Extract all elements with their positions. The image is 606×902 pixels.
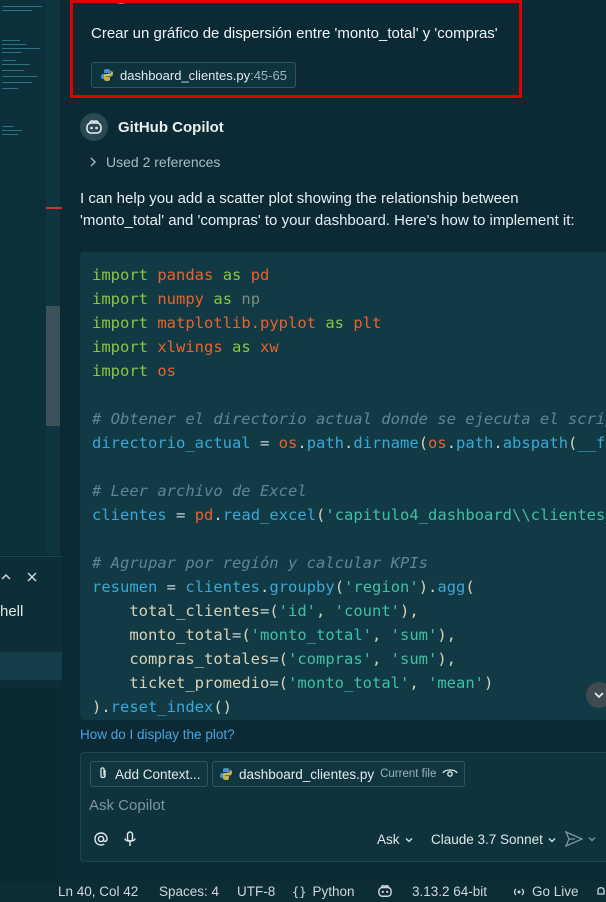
attached-file-chip[interactable]: dashboard_clientes.py:45-65 — [91, 62, 296, 88]
ask-copilot-placeholder[interactable]: Ask Copilot — [89, 797, 165, 814]
mode-value: Ask — [377, 832, 400, 847]
code-line: # Leer archivo de Excel — [92, 482, 307, 500]
code-line: directorio_actual = os.path.dirname(os.p… — [92, 434, 606, 452]
code-line: # Agrupar por región y calcular KPIs — [92, 554, 428, 572]
broadcast-icon — [513, 888, 525, 895]
chevron-up-icon[interactable] — [0, 570, 12, 588]
terminal-tab-label[interactable]: hell — [0, 603, 23, 620]
code-line: clientes = pd.read_excel('capitulo4_dash… — [92, 506, 606, 524]
microphone-icon[interactable] — [123, 831, 137, 852]
code-block[interactable]: import pandas as pd import numpy as np i… — [80, 252, 606, 720]
language-mode[interactable]: {} Python — [292, 884, 354, 899]
close-panel-icon[interactable] — [26, 570, 38, 588]
eye-icon[interactable] — [442, 767, 458, 782]
python-file-icon — [219, 767, 233, 781]
current-file-tag: Current file — [380, 768, 437, 780]
copilot-name: GitHub Copilot — [118, 118, 224, 136]
current-file-chip[interactable]: dashboard_clientes.py Current file — [212, 761, 466, 787]
chevron-down-icon — [548, 837, 556, 842]
send-icon — [565, 831, 583, 847]
model-value: Claude 3.7 Sonnet — [431, 832, 543, 847]
user-message-text: Crear un gráfico de dispersión entre 'mo… — [91, 25, 498, 42]
go-live-label: Go Live — [532, 884, 579, 899]
braces-icon: {} — [292, 884, 307, 899]
editor-left-strip — [0, 0, 62, 882]
code-line: import os — [92, 362, 177, 380]
encoding[interactable]: UTF-8 — [237, 884, 275, 899]
copilot-response-header: GitHub Copilot — [80, 113, 224, 141]
indentation[interactable]: Spaces: 4 — [159, 884, 219, 899]
chevron-down-icon — [588, 837, 596, 842]
code-line: resumen = clientes.groupby('region').agg… — [92, 578, 475, 596]
copilot-icon — [80, 113, 108, 141]
current-file-name: dashboard_clientes.py — [239, 766, 375, 782]
scroll-down-button[interactable] — [586, 682, 606, 708]
python-interpreter[interactable]: 3.13.2 64-bit — [412, 884, 487, 899]
cursor-position[interactable]: Ln 40, Col 42 — [58, 884, 138, 899]
editor-scrollbar-track[interactable] — [46, 0, 60, 555]
add-context-button[interactable]: Add Context... — [90, 761, 208, 787]
status-bar: Ln 40, Col 42 Spaces: 4 UTF-8 {} Python … — [0, 882, 606, 902]
python-file-icon — [100, 68, 114, 82]
code-line: import pandas as pd — [92, 266, 270, 284]
code-line: # Obtener el directorio actual donde se … — [92, 410, 606, 428]
chevron-down-icon — [594, 692, 604, 699]
language-label: Python — [312, 884, 355, 899]
model-select[interactable]: Claude 3.7 Sonnet — [431, 832, 557, 847]
paperclip-icon — [97, 766, 109, 783]
terminal-selected-row[interactable] — [0, 652, 62, 680]
copilot-chat-panel: Crear un gráfico de dispersión entre 'mo… — [62, 0, 606, 882]
copilot-status-icon[interactable] — [376, 884, 394, 898]
chevron-right-icon — [88, 154, 98, 170]
user-message-highlight: Crear un gráfico de dispersión entre 'mo… — [70, 0, 522, 98]
code-line: import numpy as np — [92, 290, 261, 308]
references-toggle[interactable]: Used 2 references — [88, 154, 220, 170]
code-line: total_clientes=('id', 'count'), — [129, 602, 419, 620]
go-live-button[interactable]: Go Live — [512, 884, 579, 899]
code-line: ticket_promedio=('monto_total', 'mean') — [129, 674, 494, 692]
notifications-icon[interactable] — [596, 884, 606, 898]
code-line: import matplotlib.pyplot as plt — [92, 314, 382, 332]
copilot-answer-text: I can help you add a scatter plot showin… — [80, 190, 575, 229]
chat-input-box[interactable]: Add Context... dashboard_clientes.py Cur… — [80, 752, 606, 862]
code-line: ).reset_index() — [92, 698, 232, 716]
code-line: compras_totales=('compras', 'sum'), — [129, 650, 457, 668]
references-label: Used 2 references — [106, 154, 221, 170]
code-line: import xlwings as xw — [92, 338, 279, 356]
chevron-down-icon — [405, 837, 412, 842]
send-button[interactable] — [565, 831, 597, 847]
editor-scrollbar-thumb[interactable] — [46, 306, 60, 426]
minimap[interactable] — [0, 0, 46, 555]
error-marker — [46, 207, 62, 209]
followup-suggestion-link[interactable]: How do I display the plot? — [80, 727, 235, 742]
attached-file-name: dashboard_clientes.py — [120, 67, 251, 83]
add-context-label: Add Context... — [115, 766, 201, 782]
mention-icon[interactable] — [93, 831, 109, 852]
mode-select[interactable]: Ask — [377, 832, 414, 847]
code-line: monto_total=('monto_total', 'sum'), — [129, 626, 457, 644]
input-tools — [93, 831, 137, 852]
attached-file-range: :45-65 — [250, 67, 287, 83]
